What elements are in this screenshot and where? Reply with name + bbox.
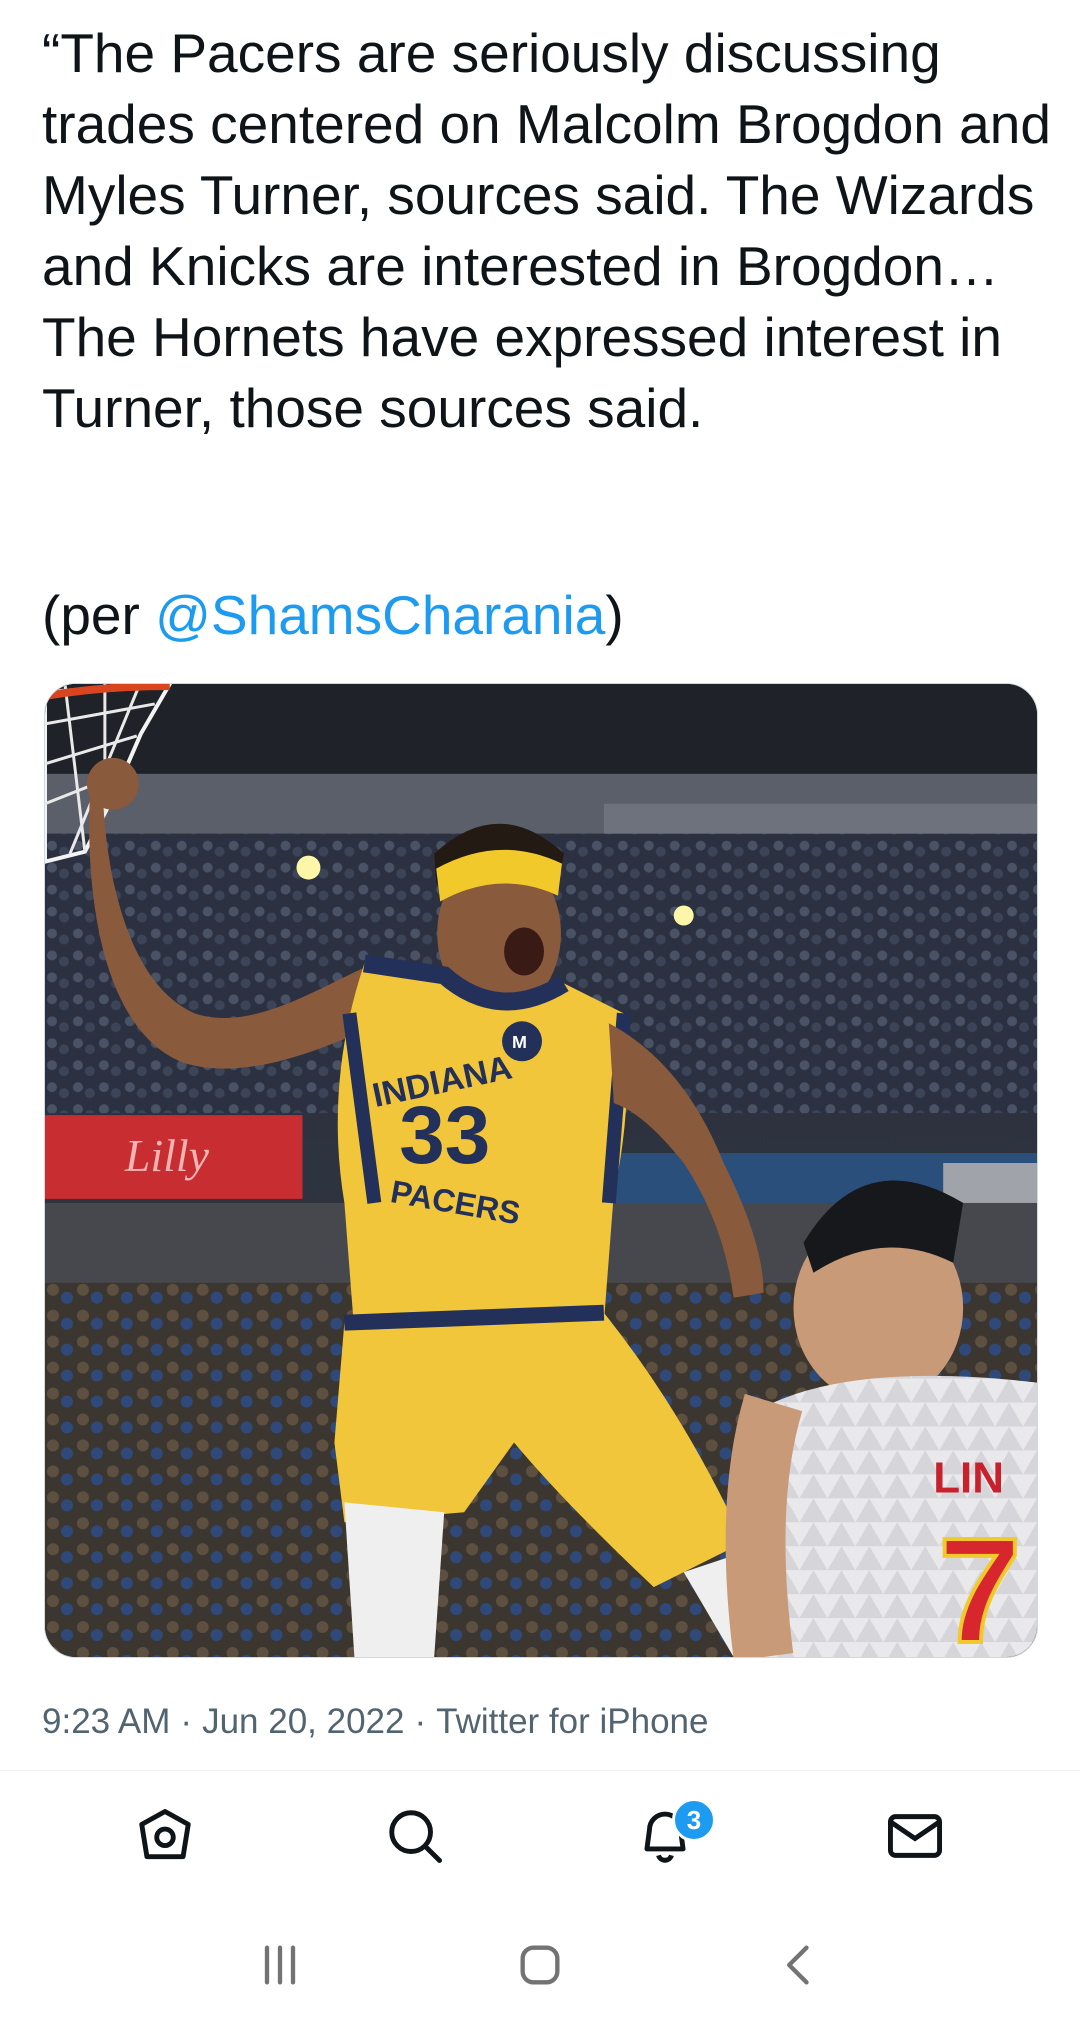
system-navigation: [0, 1905, 1080, 2025]
system-back-button[interactable]: [755, 1920, 845, 2010]
meta-separator: ·: [180, 1702, 193, 1741]
nav-messages-button[interactable]: [860, 1786, 970, 1886]
nav-home-button[interactable]: [110, 1786, 220, 1886]
recent-apps-icon: [264, 1945, 296, 1985]
tweet-source: Twitter for iPhone: [436, 1702, 709, 1741]
system-home-button[interactable]: [495, 1920, 585, 2010]
tweet-date[interactable]: Jun 20, 2022: [202, 1702, 404, 1741]
bottom-navigation: 3: [0, 1771, 1080, 1901]
tweet-meta: 9:23 AM · Jun 20, 2022 · Twitter for iPhone: [42, 1700, 708, 1744]
tweet-time: 9:23 AM: [42, 1702, 171, 1741]
mention-link[interactable]: @ShamsCharania: [155, 584, 605, 646]
search-icon: [389, 1810, 442, 1863]
opponent-name: LIN: [933, 1453, 1004, 1502]
nav-notifications-button[interactable]: 3: [610, 1786, 720, 1886]
opponent-number: 7: [938, 1506, 1021, 1657]
recent-apps-button[interactable]: [235, 1920, 325, 2010]
svg-text:M: M: [512, 1032, 527, 1052]
tweet-attribution: (per @ShamsCharania): [42, 580, 624, 651]
nav-search-button[interactable]: [360, 1786, 470, 1886]
meta-separator: ·: [414, 1702, 427, 1741]
home-icon: [139, 1809, 191, 1860]
tweet-photo[interactable]: Lilly M INDIANA 33 PACERS LIN 7: [44, 683, 1038, 1658]
back-icon: [787, 1945, 809, 1985]
banner-text: Lilly: [124, 1130, 210, 1181]
tweet-detail-screen: “The Pacers are seriously discussing tra…: [0, 0, 1080, 2025]
notification-badge: 3: [672, 1798, 716, 1842]
basketball-photo: Lilly M INDIANA 33 PACERS LIN 7: [45, 684, 1037, 1657]
home-circle-icon: [520, 1945, 560, 1985]
attribution-suffix: ): [605, 584, 624, 646]
messages-icon: [888, 1814, 942, 1858]
jersey-number: 33: [399, 1090, 490, 1181]
attribution-prefix: (per: [42, 584, 156, 646]
tweet-text: “The Pacers are seriously discussing tra…: [42, 22, 1051, 439]
